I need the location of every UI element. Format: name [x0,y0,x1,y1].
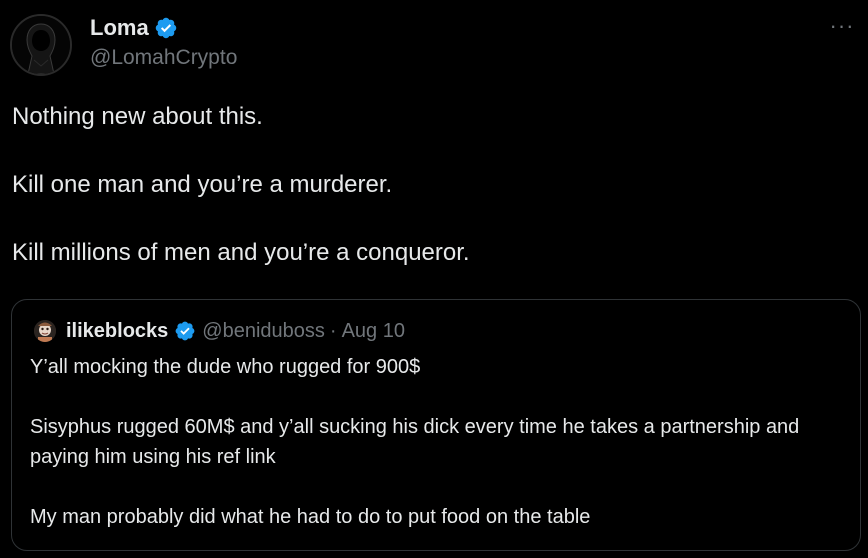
hooded-figure-icon [12,16,70,74]
quoted-tweet-header: ilikeblocks @beniduboss · Aug 10 [34,317,405,345]
tweet-line: Nothing new about this. [12,103,263,130]
tweet-text: Nothing new about this. Kill one man and… [12,100,852,270]
quoted-author-handle[interactable]: @beniduboss [202,320,325,343]
verified-badge-icon[interactable] [154,16,178,40]
author-handle[interactable]: @LomahCrypto [90,44,237,72]
tweet-line: Kill millions of men and you’re a conque… [12,239,470,266]
author-display-name[interactable]: Loma [90,14,149,42]
quoted-tweet-date[interactable]: Aug 10 [342,320,405,343]
more-options-button[interactable]: ··· [826,14,858,38]
tweet-line: Kill one man and you’re a murderer. [12,171,393,198]
author-name-row: Loma [90,13,178,43]
quoted-tweet-card[interactable]: ilikeblocks @beniduboss · Aug 10 Y’all m… [11,299,861,551]
quoted-tweet-text: Y’all mocking the dude who rugged for 90… [30,352,842,532]
quoted-author-avatar[interactable] [34,320,56,342]
quoted-author-display-name[interactable]: ilikeblocks [66,320,168,343]
verified-badge-icon[interactable] [174,320,196,342]
tweet-card: Loma @LomahCrypto ··· Nothing new about … [0,0,868,558]
cartoon-avatar-icon [34,320,56,342]
more-horizontal-icon: ··· [829,13,855,38]
quoted-tweet-line: My man probably did what he had to do to… [30,506,591,528]
quoted-tweet-line: Y’all mocking the dude who rugged for 90… [30,356,421,378]
quoted-tweet-line: Sisyphus rugged 60M$ and y’all sucking h… [30,416,800,468]
header-separator: · [329,319,337,342]
author-avatar[interactable] [10,14,72,76]
